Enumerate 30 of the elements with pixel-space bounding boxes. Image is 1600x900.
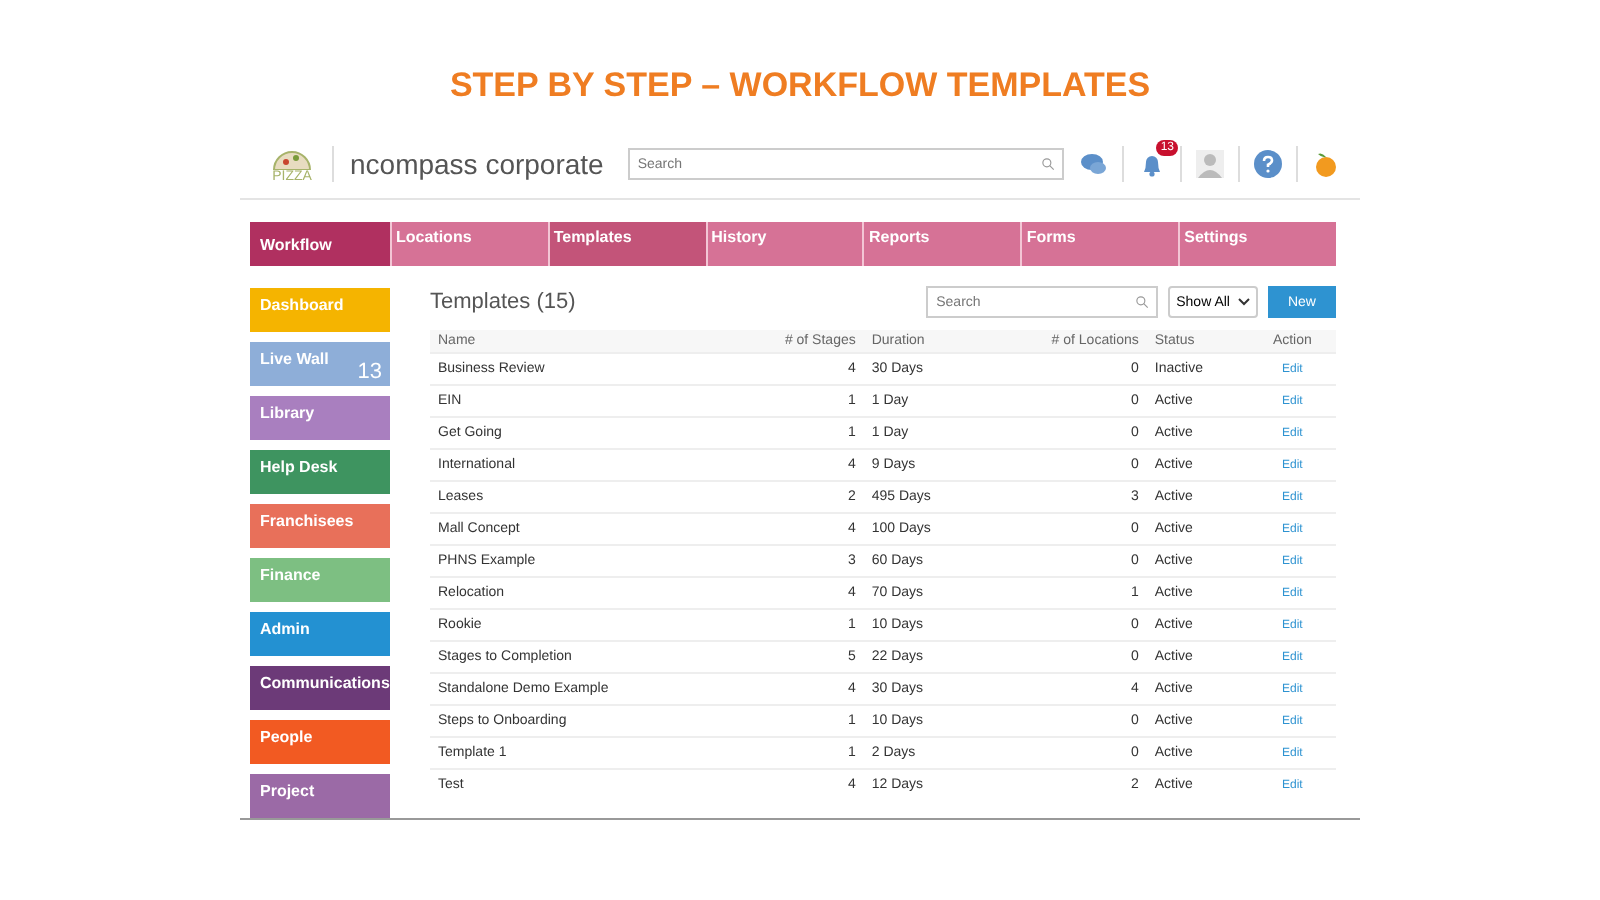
help-icon[interactable] [1254,150,1282,178]
sidebar-item[interactable]: Project [250,774,390,818]
sidebar-item[interactable]: Dashboard [250,288,390,332]
nav-tab[interactable]: Settings [1178,222,1336,266]
pizza-logo-icon [272,145,312,169]
bell-icon[interactable] [1138,150,1166,178]
user-avatar-icon[interactable] [1196,150,1224,178]
nav-tab[interactable]: History [705,222,863,266]
nav-tab[interactable]: Locations [390,222,548,266]
search-icon[interactable] [1040,156,1056,172]
slide-title: STEP BY STEP – WORKFLOW TEMPLATES [447,64,1153,108]
search-icon[interactable] [1134,294,1151,310]
page-title: Templates (15) [430,290,576,314]
chevron-down-icon [1237,298,1250,306]
module-label[interactable]: Workflow [250,222,390,266]
item-count: 13 [357,360,382,384]
chat-bubbles-icon[interactable] [1080,150,1108,178]
nav-tab[interactable]: Templates [547,222,706,266]
sidebar-item[interactable]: Finance [250,558,390,602]
sidebar-item[interactable]: Franchisees [250,504,390,548]
sidebar-item[interactable]: Admin [250,612,390,656]
sidebar-item[interactable]: Help Desk [250,450,390,494]
sidebar-item[interactable]: Live Wall 13 [250,342,390,386]
fruit-logo-icon[interactable] [1312,150,1340,178]
company-name: ncompass corporate [350,148,604,180]
sidebar-item[interactable]: People [250,720,390,764]
sidebar-item[interactable]: Communications [250,666,390,710]
sidebar-item[interactable]: Library [250,396,390,440]
nav-tab[interactable]: Forms [1020,222,1179,266]
nav-tab[interactable]: Reports [862,222,1021,266]
